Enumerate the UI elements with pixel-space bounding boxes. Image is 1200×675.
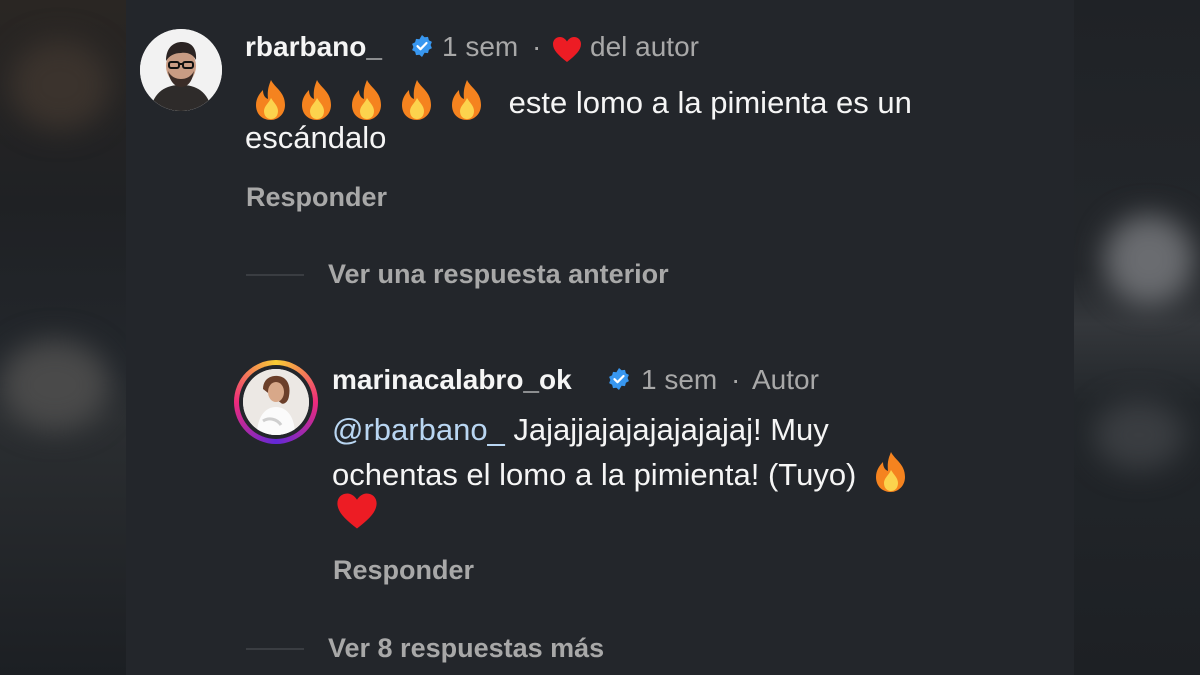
fire-icon <box>442 78 492 132</box>
username-marinacalabro[interactable]: marinacalabro_ok <box>332 364 572 396</box>
view-previous-reply-button[interactable]: Ver una respuesta anterior <box>328 259 669 290</box>
thread-line <box>246 648 304 650</box>
liked-by-author-label: del autor <box>590 31 699 62</box>
mention-link[interactable]: @rbarbano_ <box>332 412 505 447</box>
verified-icon <box>609 368 629 390</box>
background-right <box>1074 0 1200 675</box>
avatar-image <box>140 29 222 111</box>
comment-text-line2: escándalo <box>245 120 387 155</box>
comment-text-line1: este lomo a la pimienta es un <box>508 85 912 121</box>
heart-icon <box>553 37 581 62</box>
author-label: Autor <box>752 364 819 395</box>
username-rbarbano[interactable]: rbarbano_ <box>245 31 382 63</box>
blurred-shape <box>10 40 110 130</box>
fire-icon <box>392 78 442 132</box>
reply-button[interactable]: Responder <box>246 182 387 213</box>
meta-separator: · <box>731 364 741 395</box>
comment-text: ochentas el lomo a la pimienta! (Tuyo) <box>332 457 857 493</box>
avatar-image <box>243 369 309 435</box>
background-left <box>0 0 126 675</box>
comment-time: 1 sem <box>641 364 718 395</box>
view-more-replies-button[interactable]: Ver 8 respuestas más <box>328 633 604 664</box>
blurred-shape <box>1094 400 1184 470</box>
avatar-rbarbano[interactable] <box>140 29 222 111</box>
thread-line <box>246 274 304 276</box>
comment-text-line2: ochentas el lomo a la pimienta! (Tuyo) <box>332 450 912 504</box>
avatar-marinacalabro[interactable] <box>243 369 309 435</box>
comment-text: Jajajjajajajajajajaj! Muy <box>504 412 829 447</box>
blurred-shape <box>1104 215 1194 305</box>
comment-text-line1: @rbarbano_ Jajajjajajajajajajaj! Muy <box>332 410 829 450</box>
verified-icon <box>412 35 432 57</box>
blurred-shape <box>0 340 110 430</box>
reply-button[interactable]: Responder <box>333 555 474 586</box>
comment-time: 1 sem <box>442 31 519 62</box>
fire-icon <box>870 450 912 504</box>
heart-icon <box>337 493 377 529</box>
meta-separator: · <box>532 31 542 62</box>
